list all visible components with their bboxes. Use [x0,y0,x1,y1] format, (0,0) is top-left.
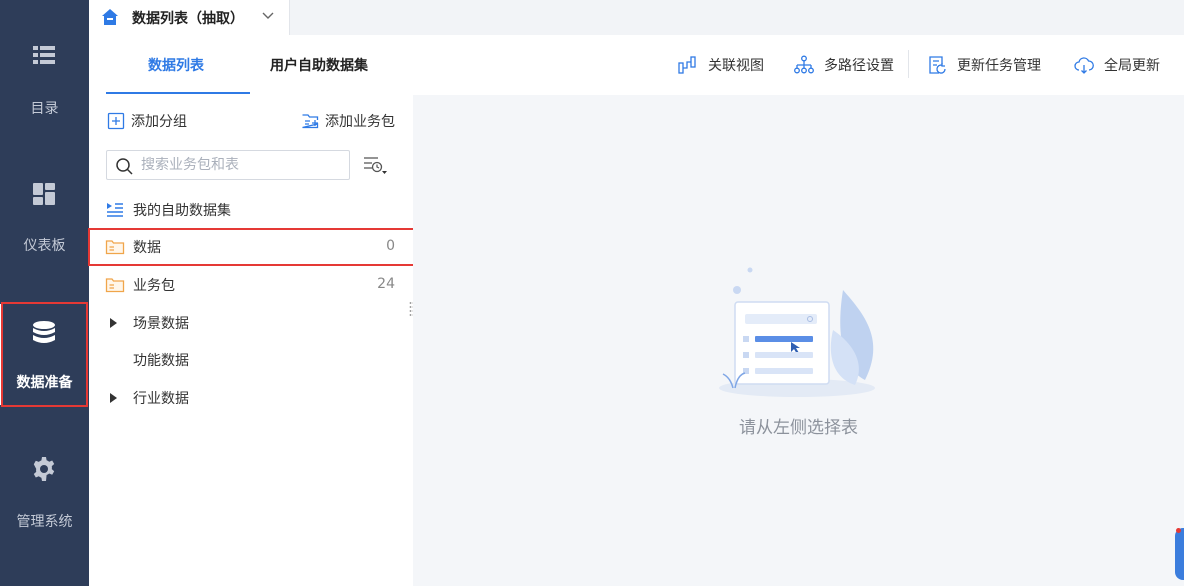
data-list-panel: 添加分组 添加业务包 我的自助数据集 数据 [89,95,413,586]
nav-active-indicator [0,304,3,405]
nav-item-dashboard[interactable]: 仪表板 [0,141,89,254]
nav-label-data-prep: 数据准备 [16,375,73,391]
list-item-label: 业务包 [133,278,175,294]
list-item-label: 数据 [133,240,161,256]
list-item-self-service-dataset[interactable]: 我的自助数据集 [89,192,413,228]
nav-item-catalog[interactable]: 目录 [0,2,89,117]
active-tab-underline [106,92,250,94]
notification-dot [1176,528,1181,533]
multipath-icon [794,55,814,74]
home-icon [102,9,118,25]
nav-item-admin[interactable]: 管理系统 [0,416,89,530]
list-item-scene-data[interactable]: 场景数据 [89,305,413,341]
list-item-label: 场景数据 [133,316,189,332]
empty-state-message: 请从左侧选择表 [739,418,858,438]
document-tab-title: 数据列表（抽取） [132,11,244,27]
add-business-package-label: 添加业务包 [325,114,395,130]
list-item-function-data[interactable]: 功能数据 [89,342,413,378]
folder-icon [105,240,125,255]
search-input[interactable] [141,155,341,175]
relation-view-icon [678,56,696,74]
folder-icon [105,278,125,293]
relation-view-button[interactable]: 关联视图 [678,54,764,76]
search-icon [116,158,133,175]
gear-icon [33,457,55,481]
nav-label-catalog: 目录 [30,101,59,117]
chevron-down-icon[interactable] [261,9,275,23]
sub-header: 数据列表 用户自助数据集 关联视图 多路径设置 更新任务管理 全局更新 [89,35,1184,95]
multipath-settings-button[interactable]: 多路径设置 [794,54,894,76]
add-business-package-button[interactable]: 添加业务包 [301,111,395,131]
update-task-icon [929,56,946,74]
floating-assistant-tab[interactable] [1175,528,1184,580]
nav-label-admin: 管理系统 [16,514,73,530]
multipath-settings-label: 多路径设置 [824,58,894,74]
sort-filter-icon[interactable] [361,152,389,178]
tab-data-list[interactable]: 数据列表 [148,55,204,75]
search-box [106,150,350,180]
update-task-management-button[interactable]: 更新任务管理 [927,54,1041,76]
global-update-label: 全局更新 [1104,58,1160,74]
nav-item-data-prep[interactable]: 数据准备 [0,280,89,391]
tab-self-service-dataset[interactable]: 用户自助数据集 [270,55,368,75]
caret-right-icon[interactable] [110,393,117,403]
list-item-label: 我的自助数据集 [133,203,231,219]
list-icon [33,46,55,64]
top-tab-strip: 数据列表（抽取） [89,0,1184,35]
empty-state-illustration [719,267,875,397]
global-update-button[interactable]: 全局更新 [1074,54,1160,76]
self-service-dataset-icon [107,203,123,217]
item-count: 0 [386,238,395,254]
update-task-management-label: 更新任务管理 [957,58,1041,74]
list-item-business-package[interactable]: 业务包 24 [89,267,413,303]
toolbar-divider [908,50,909,78]
relation-view-label: 关联视图 [708,58,764,74]
add-group-icon [107,112,125,130]
dashboard-icon [33,183,55,205]
left-navigation: 目录 仪表板 数据准备 管理系统 [0,0,89,586]
database-icon [33,321,55,343]
list-item-industry-data[interactable]: 行业数据 [89,380,413,416]
list-item-label: 功能数据 [133,353,189,369]
item-count: 24 [377,276,395,292]
add-group-label: 添加分组 [131,114,187,130]
main-content-area: 请从左侧选择表 [413,95,1184,586]
cloud-refresh-icon [1074,57,1094,74]
document-tab[interactable]: 数据列表（抽取） [89,0,290,35]
add-group-button[interactable]: 添加分组 [107,111,187,131]
list-item-label: 行业数据 [133,391,189,407]
nav-label-dashboard: 仪表板 [23,238,66,254]
list-item-data[interactable]: 数据 0 [89,229,413,265]
caret-right-icon[interactable] [110,318,117,328]
add-package-icon [302,114,319,129]
